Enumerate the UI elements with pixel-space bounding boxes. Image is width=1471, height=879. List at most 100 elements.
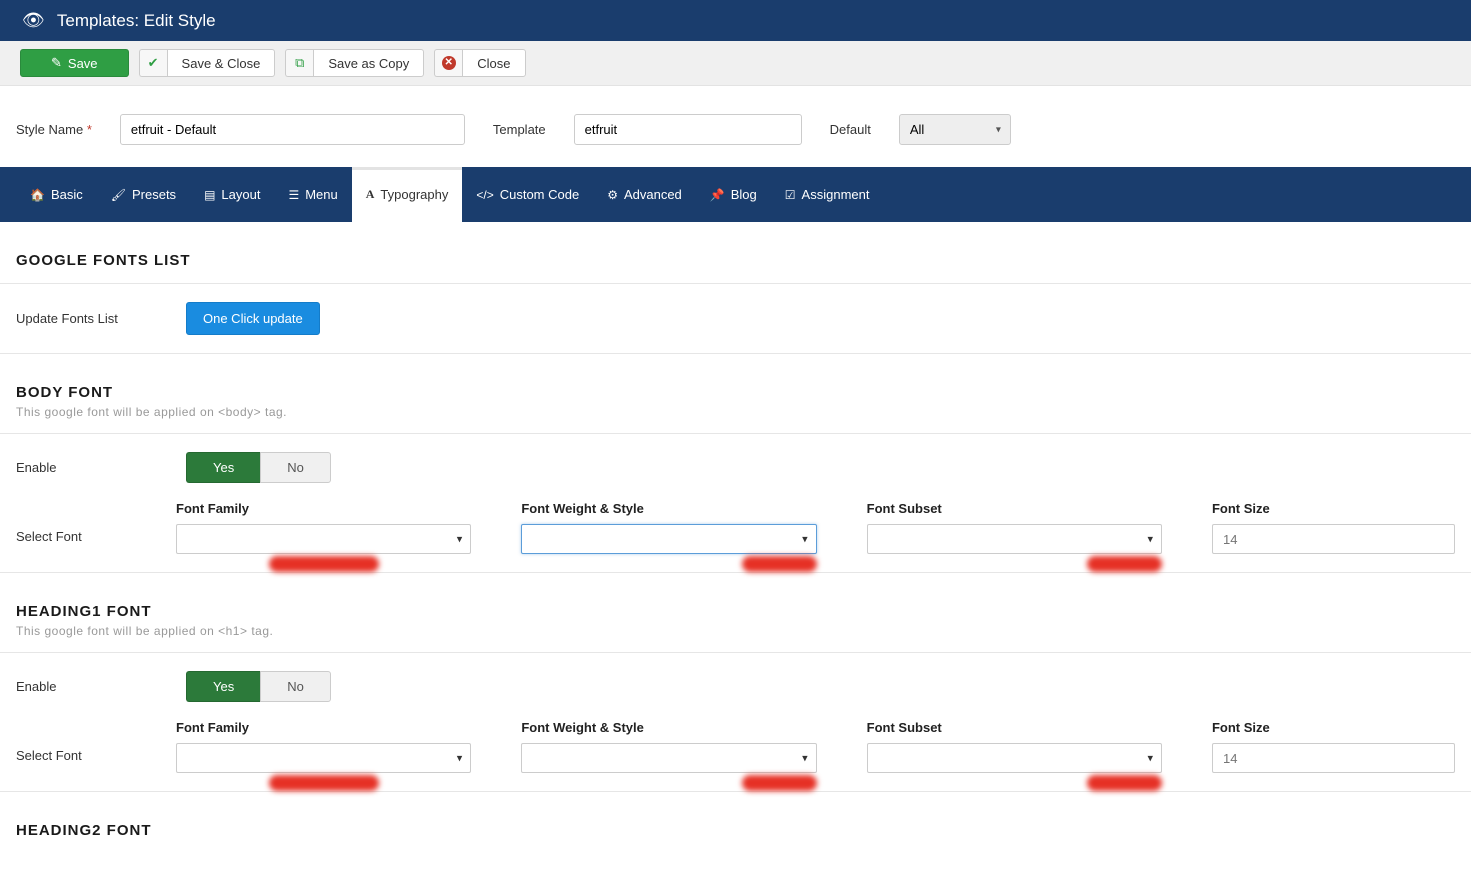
menu-icon: ☰ — [288, 188, 299, 202]
h1-enable-yes[interactable]: Yes — [186, 671, 260, 702]
h1-font-title: HEADING1 FONT — [0, 573, 1471, 624]
save-close-button[interactable]: Save & Close — [167, 49, 276, 77]
font-size-label: Font Size — [1212, 720, 1455, 735]
font-family-label: Font Family — [176, 720, 471, 735]
tab-basic[interactable]: 🏠Basic — [16, 167, 97, 222]
h1-enable-toggle: Yes No — [186, 671, 331, 702]
one-click-update-button[interactable]: One Click update — [186, 302, 320, 335]
update-fonts-label: Update Fonts List — [16, 311, 166, 326]
save-copy-button[interactable]: Save as Copy — [313, 49, 424, 77]
font-cols: Font Family Font Weight & Style Font Sub… — [176, 501, 1455, 554]
body-font-size-input[interactable] — [1212, 524, 1455, 554]
font-family-label: Font Family — [176, 501, 471, 516]
style-form-row: Style Name * Template Default — [0, 86, 1471, 167]
pencil-icon: ✎ — [51, 55, 62, 71]
copy-icon-wrap: ⧉ — [285, 49, 313, 77]
tab-assignment[interactable]: ☑Assignment — [771, 167, 884, 222]
font-subset-label: Font Subset — [867, 501, 1162, 516]
save-copy-group: ⧉ Save as Copy — [285, 49, 424, 77]
redaction — [269, 556, 379, 572]
body-enable-no[interactable]: No — [260, 452, 331, 483]
style-name-input[interactable] — [120, 114, 465, 145]
close-button[interactable]: Close — [462, 49, 525, 77]
font-icon: A — [366, 187, 375, 202]
h1-font-grid: Select Font Font Family Font Weight & St… — [0, 720, 1471, 791]
h1-font-sub: This google font will be applied on <h1>… — [0, 624, 1471, 652]
brush-icon: 🖌 — [111, 188, 126, 202]
redaction — [1087, 775, 1162, 791]
enable-label: Enable — [16, 460, 166, 475]
h1-font-subset-select[interactable] — [867, 743, 1162, 773]
tab-typography[interactable]: ATypography — [352, 167, 463, 222]
h1-font-weight-col: Font Weight & Style — [521, 720, 816, 773]
body-font-subset-select[interactable] — [867, 524, 1162, 554]
close-group: ✕ Close — [434, 49, 525, 77]
page-title: Templates: Edit Style — [57, 11, 216, 31]
tab-blog[interactable]: 📌Blog — [696, 167, 771, 222]
save-button[interactable]: ✎ Save — [20, 49, 129, 77]
tab-presets[interactable]: 🖌Presets — [97, 167, 190, 222]
tab-menu[interactable]: ☰Menu — [274, 167, 351, 222]
style-name-label: Style Name * — [16, 122, 92, 137]
save-label: Save — [68, 56, 98, 71]
redaction — [1087, 556, 1162, 572]
h1-font-size-input[interactable] — [1212, 743, 1455, 773]
default-select[interactable] — [899, 114, 1011, 145]
body-font-family-select[interactable] — [176, 524, 471, 554]
template-label: Template — [493, 122, 546, 137]
redaction — [742, 775, 817, 791]
body-enable-row: Enable Yes No — [0, 434, 1471, 501]
layout-icon: ▤ — [204, 188, 215, 202]
body-font-family-col: Font Family — [176, 501, 471, 554]
body-font-weight-select[interactable] — [521, 524, 816, 554]
pin-icon: 📌 — [710, 188, 725, 202]
body-font-subset-col: Font Subset — [867, 501, 1162, 554]
font-cols: Font Family Font Weight & Style Font Sub… — [176, 720, 1455, 773]
toolbar: ✎ Save ✔ Save & Close ⧉ Save as Copy ✕ C… — [0, 41, 1471, 86]
template-input[interactable] — [574, 114, 802, 145]
body-font-weight-col: Font Weight & Style — [521, 501, 816, 554]
check-square-icon: ☑ — [785, 188, 796, 202]
font-weight-label: Font Weight & Style — [521, 720, 816, 735]
select-font-label: Select Font — [16, 501, 176, 544]
tabs: 🏠Basic 🖌Presets ▤Layout ☰Menu ATypograph… — [0, 167, 1471, 222]
required-asterisk: * — [87, 122, 92, 137]
h1-font-subset-col: Font Subset — [867, 720, 1162, 773]
body-font-size-col: Font Size — [1212, 501, 1455, 554]
font-subset-label: Font Subset — [867, 720, 1162, 735]
check-icon: ✔ — [148, 55, 159, 71]
code-icon: </> — [476, 188, 493, 202]
font-weight-label: Font Weight & Style — [521, 501, 816, 516]
tab-custom-code[interactable]: </>Custom Code — [462, 167, 593, 222]
select-font-label: Select Font — [16, 720, 176, 763]
h1-enable-no[interactable]: No — [260, 671, 331, 702]
body-font-grid: Select Font Font Family Font Weight & St… — [0, 501, 1471, 572]
h2-font-title: HEADING2 FONT — [0, 792, 1471, 839]
body-font-title: BODY FONT — [0, 354, 1471, 405]
eye-icon: 👁 — [22, 10, 45, 31]
gear-icon: ⚙ — [607, 188, 618, 202]
enable-label: Enable — [16, 679, 166, 694]
h1-enable-row: Enable Yes No — [0, 653, 1471, 720]
save-close-group: ✔ Save & Close — [139, 49, 276, 77]
close-icon-wrap: ✕ — [434, 49, 462, 77]
copy-icon: ⧉ — [295, 55, 304, 71]
h1-font-family-select[interactable] — [176, 743, 471, 773]
tab-advanced[interactable]: ⚙Advanced — [593, 167, 696, 222]
redaction — [269, 775, 379, 791]
h1-font-size-col: Font Size — [1212, 720, 1455, 773]
close-icon: ✕ — [442, 56, 456, 70]
home-icon: 🏠 — [30, 188, 45, 202]
h1-font-family-col: Font Family — [176, 720, 471, 773]
body-enable-yes[interactable]: Yes — [186, 452, 260, 483]
google-fonts-title: GOOGLE FONTS LIST — [0, 222, 1471, 283]
font-size-label: Font Size — [1212, 501, 1455, 516]
body-enable-toggle: Yes No — [186, 452, 331, 483]
tab-layout[interactable]: ▤Layout — [190, 167, 274, 222]
default-select-wrap — [899, 114, 1011, 145]
check-icon-wrap: ✔ — [139, 49, 167, 77]
content: GOOGLE FONTS LIST Update Fonts List One … — [0, 222, 1471, 879]
page-header: 👁 Templates: Edit Style — [0, 0, 1471, 41]
default-label: Default — [830, 122, 871, 137]
h1-font-weight-select[interactable] — [521, 743, 816, 773]
